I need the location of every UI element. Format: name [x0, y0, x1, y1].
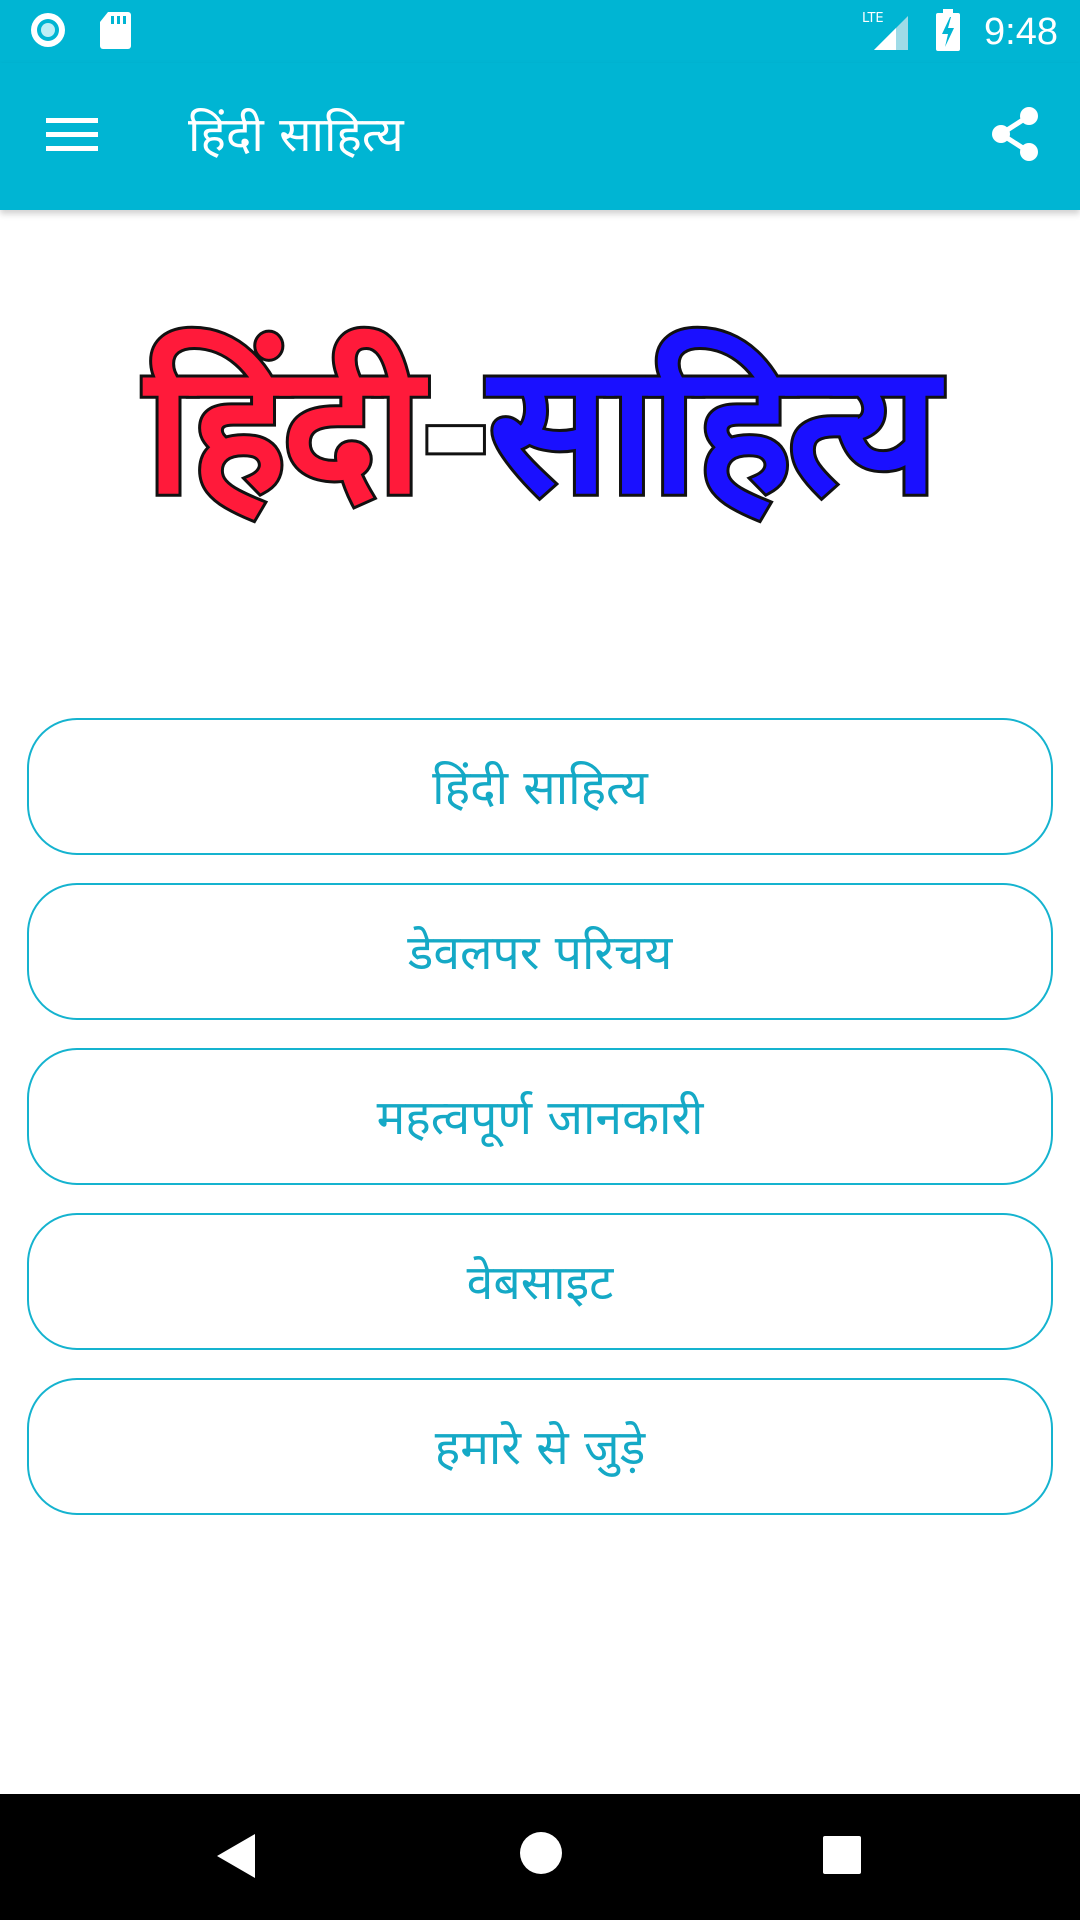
logo-part-sahitya: साहित्य [486, 326, 942, 533]
status-left-icons [28, 10, 132, 54]
app-logo: हिंदी-साहित्य [0, 300, 1080, 560]
status-clock: 9:48 [984, 11, 1058, 53]
app-bar: हिंदी साहित्य [0, 63, 1080, 210]
hamburger-icon [46, 114, 98, 158]
share-button[interactable] [980, 101, 1050, 171]
menu-button[interactable] [34, 103, 110, 169]
home-icon[interactable] [518, 1830, 564, 1880]
status-bar: LTE 9:48 [0, 0, 1080, 63]
menu-list: हिंदी साहित्य डेवलपर परिचय महत्वपूर्ण जा… [27, 718, 1053, 1543]
sd-card-icon [98, 10, 132, 54]
website-button[interactable]: वेबसाइट [27, 1213, 1053, 1350]
share-icon [989, 106, 1041, 166]
svg-text:LTE: LTE [862, 11, 884, 26]
lte-signal-icon: LTE [860, 8, 912, 56]
status-right-icons: LTE 9:48 [860, 6, 1058, 58]
back-icon[interactable] [215, 1832, 257, 1884]
recents-icon[interactable] [822, 1835, 862, 1879]
logo-text: हिंदी-साहित्य [142, 327, 941, 533]
battery-charging-icon [934, 8, 962, 56]
hindi-sahitya-button[interactable]: हिंदी साहित्य [27, 718, 1053, 855]
navigation-bar [0, 1794, 1080, 1920]
logo-dash: - [416, 326, 496, 533]
developer-intro-button[interactable]: डेवलपर परिचय [27, 883, 1053, 1020]
logo-part-hindi: हिंदी [142, 326, 425, 533]
app-title: हिंदी साहित्य [188, 107, 404, 163]
connect-with-us-button[interactable]: हमारे से जुड़े [27, 1378, 1053, 1515]
sync-icon [28, 10, 68, 54]
important-info-button[interactable]: महत्वपूर्ण जानकारी [27, 1048, 1053, 1185]
